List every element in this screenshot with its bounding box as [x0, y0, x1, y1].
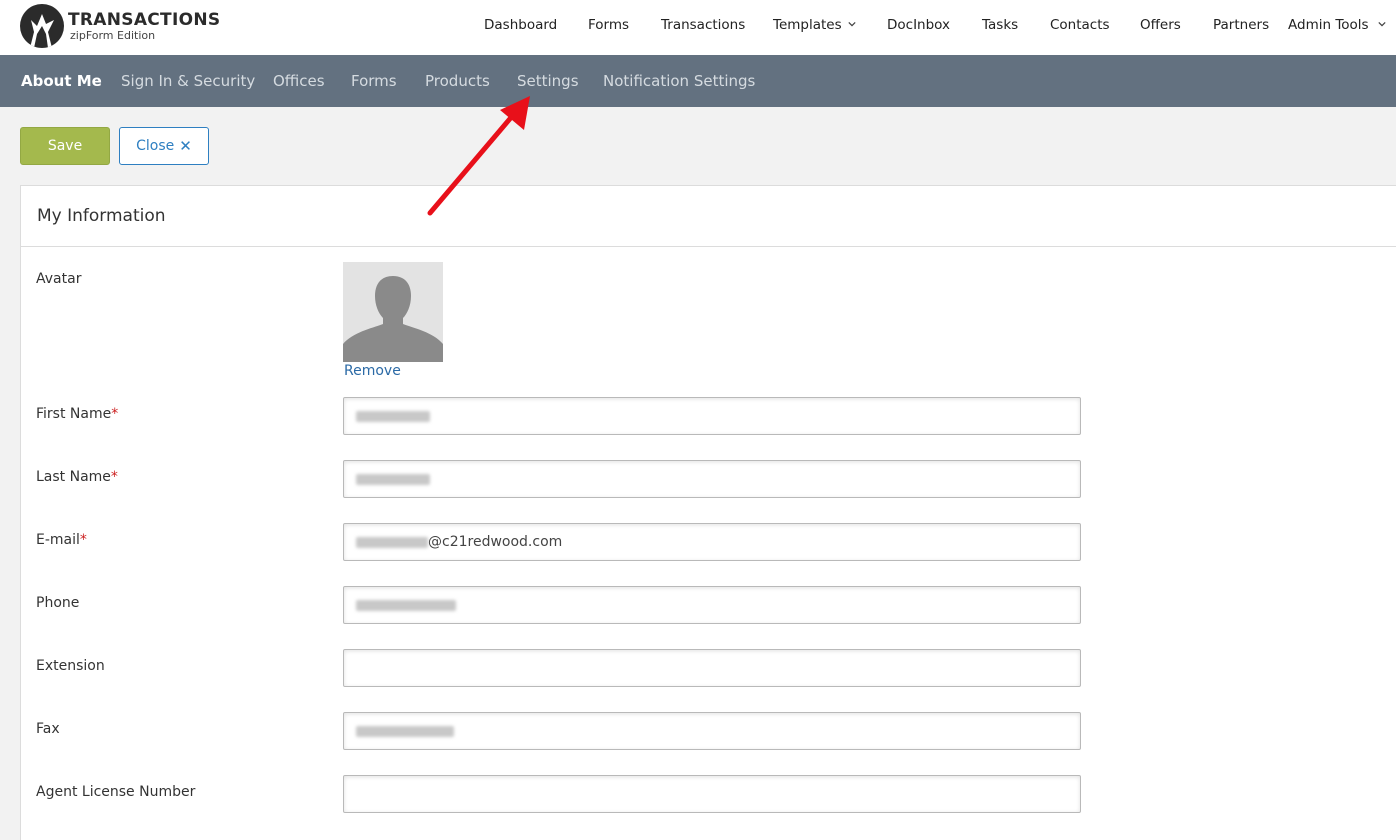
- chevron-down-icon[interactable]: [848, 20, 856, 28]
- topnav-contacts[interactable]: Contacts: [1050, 17, 1110, 33]
- tab-products[interactable]: Products: [425, 72, 490, 90]
- last-name-field[interactable]: [343, 460, 1081, 498]
- panel-header: My Information: [21, 186, 1396, 247]
- redacted-value: [356, 411, 430, 422]
- topnav-transactions[interactable]: Transactions: [661, 17, 745, 33]
- top-bar: TRANSACTIONS zipForm Edition Dashboard F…: [0, 0, 1396, 55]
- redacted-value: [356, 474, 430, 485]
- panel-title: My Information: [37, 206, 166, 226]
- topnav-forms[interactable]: Forms: [588, 17, 629, 33]
- close-button[interactable]: Close ✕: [119, 127, 209, 165]
- first-name-label: First Name*: [36, 406, 118, 422]
- tab-about-me[interactable]: About Me: [21, 72, 102, 90]
- tab-forms[interactable]: Forms: [351, 72, 397, 90]
- first-name-field[interactable]: [343, 397, 1081, 435]
- fax-field[interactable]: [343, 712, 1081, 750]
- save-button[interactable]: Save: [20, 127, 110, 165]
- phone-field[interactable]: [343, 586, 1081, 624]
- email-label-text: E-mail: [36, 532, 80, 548]
- tab-settings[interactable]: Settings: [517, 72, 579, 90]
- fax-label: Fax: [36, 721, 60, 737]
- required-marker: *: [111, 406, 119, 422]
- redacted-value: [356, 600, 456, 611]
- email-field[interactable]: @c21redwood.com: [343, 523, 1081, 561]
- avatar-placeholder-icon[interactable]: [343, 262, 443, 362]
- email-value: @c21redwood.com: [428, 534, 563, 550]
- tab-offices[interactable]: Offices: [273, 72, 325, 90]
- avatar-label: Avatar: [36, 271, 82, 287]
- tab-sign-in-security[interactable]: Sign In & Security: [121, 72, 255, 90]
- topnav-tasks[interactable]: Tasks: [982, 17, 1018, 33]
- topnav-admin-tools[interactable]: Admin Tools: [1288, 17, 1369, 33]
- required-marker: *: [79, 532, 87, 548]
- first-name-label-text: First Name: [36, 406, 112, 422]
- topnav-docinbox[interactable]: DocInbox: [887, 17, 950, 33]
- extension-label: Extension: [36, 658, 105, 674]
- top-nav: Dashboard Forms Transactions Templates D…: [0, 0, 1396, 50]
- remove-avatar-link[interactable]: Remove: [344, 363, 401, 379]
- topnav-offers[interactable]: Offers: [1140, 17, 1181, 33]
- close-button-label: Close: [136, 138, 175, 154]
- close-icon: ✕: [179, 137, 192, 155]
- redacted-value: [356, 726, 454, 737]
- tab-notification-settings[interactable]: Notification Settings: [603, 72, 755, 90]
- topnav-dashboard[interactable]: Dashboard: [484, 17, 557, 33]
- topnav-templates[interactable]: Templates: [773, 17, 842, 33]
- agent-license-field[interactable]: [343, 775, 1081, 813]
- last-name-label: Last Name*: [36, 469, 118, 485]
- last-name-label-text: Last Name: [36, 469, 111, 485]
- redacted-value: [356, 537, 428, 548]
- phone-label: Phone: [36, 595, 80, 611]
- agent-license-label: Agent License Number: [36, 784, 196, 800]
- chevron-down-icon[interactable]: [1378, 20, 1386, 28]
- required-marker: *: [110, 469, 118, 485]
- email-label: E-mail*: [36, 532, 87, 548]
- extension-field[interactable]: [343, 649, 1081, 687]
- topnav-partners[interactable]: Partners: [1213, 17, 1269, 33]
- settings-subnav: About Me Sign In & Security Offices Form…: [0, 55, 1396, 107]
